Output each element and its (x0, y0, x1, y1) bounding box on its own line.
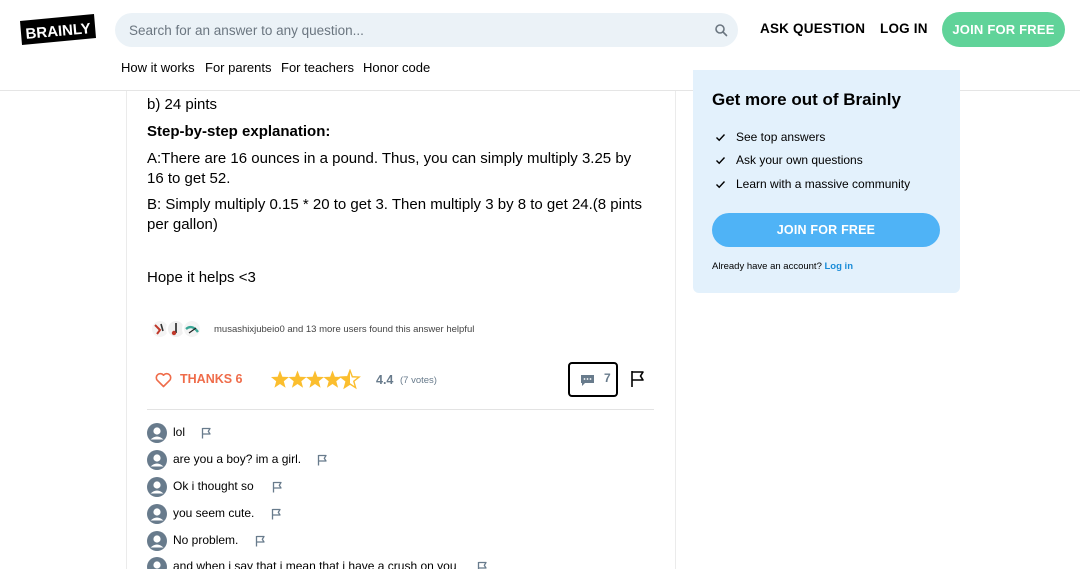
answer-line-b: b) 24 pints (147, 96, 218, 113)
comment-report-flag-icon[interactable] (272, 481, 283, 493)
already-have-account-text: Already have an account? (712, 261, 822, 272)
comment-icon (581, 375, 594, 386)
search-input[interactable] (115, 13, 738, 47)
answer-divider (147, 409, 654, 410)
check-icon (716, 181, 726, 189)
rating-star-icon[interactable] (323, 370, 342, 388)
comment-text: Ok i thought so (173, 479, 254, 493)
rating-star-icon[interactable] (339, 369, 361, 390)
comment-report-flag-icon[interactable] (477, 561, 488, 569)
thanks-button[interactable]: THANKS 6 (180, 372, 243, 386)
comment-report-flag-icon[interactable] (201, 427, 212, 439)
check-icon (716, 157, 726, 165)
subnav-for-teachers[interactable]: For teachers (281, 60, 354, 75)
answer-paragraph-b: B: Simply multiply 0.15 * 20 to get 3. T… (147, 196, 642, 233)
avatar (182, 319, 202, 339)
promo-card-title: Get more out of Brainly (712, 90, 901, 109)
comment-report-flag-icon[interactable] (255, 535, 266, 547)
join-for-free-button[interactable]: JOIN FOR FREE (942, 12, 1065, 47)
comment-count: 7 (604, 371, 611, 385)
promo-feature-label: Learn with a massive community (736, 177, 911, 191)
column-border-left (126, 91, 127, 569)
search-bar[interactable] (115, 13, 738, 47)
avatar[interactable] (147, 423, 167, 443)
column-border-right (675, 91, 676, 569)
rating-votes: (7 votes) (400, 375, 437, 386)
answer-paragraph-a: A:There are 16 ounces in a pound. Thus, … (147, 150, 632, 187)
subnav-how-it-works[interactable]: How it works (121, 60, 195, 75)
promo-feature-label: See top answers (736, 130, 826, 144)
promo-login-link[interactable]: Log in (825, 261, 854, 272)
answer-explanation-heading: Step-by-step explanation: (147, 123, 331, 140)
subnav-for-parents[interactable]: For parents (205, 60, 271, 75)
ask-question-link[interactable]: ASK QUESTION (760, 21, 865, 36)
rating-star-icon[interactable] (288, 370, 307, 388)
rating-star-icon[interactable] (305, 370, 325, 388)
comments-button[interactable]: 7 (568, 362, 618, 397)
rating-star-icon[interactable] (270, 370, 290, 388)
comment-text: lol (173, 425, 186, 439)
brainly-logo[interactable]: BRAINLY (20, 14, 96, 46)
avatar[interactable] (147, 557, 167, 569)
report-flag-icon[interactable] (630, 370, 646, 388)
already-have-account: Already have an account? Log in (712, 261, 853, 272)
comment-text: are you a boy? im a girl. (173, 452, 302, 466)
subnav-honor-code[interactable]: Honor code (363, 60, 430, 75)
avatar[interactable] (147, 477, 167, 497)
avatar[interactable] (147, 450, 167, 470)
comment-report-flag-icon[interactable] (271, 508, 282, 520)
log-in-link[interactable]: LOG IN (880, 21, 928, 36)
comment-text: No problem. (173, 533, 239, 547)
comment-report-flag-icon[interactable] (317, 454, 328, 466)
check-icon (716, 134, 726, 142)
avatar[interactable] (147, 531, 167, 551)
comment-text: you seem cute. (173, 506, 255, 520)
star-rating[interactable] (270, 369, 370, 391)
avatar[interactable] (147, 504, 167, 524)
comment-text: and when i say that i mean that i have a… (173, 559, 457, 569)
answer-closing: Hope it helps <3 (147, 269, 256, 286)
helpful-users-text: musashixjubeio0 and 13 more users found … (214, 324, 475, 335)
promo-join-button[interactable]: JOIN FOR FREE (712, 213, 940, 247)
rating-value: 4.4 (376, 373, 394, 387)
heart-icon[interactable] (155, 370, 172, 390)
promo-feature-label: Ask your own questions (736, 153, 863, 167)
search-icon[interactable] (714, 23, 728, 37)
